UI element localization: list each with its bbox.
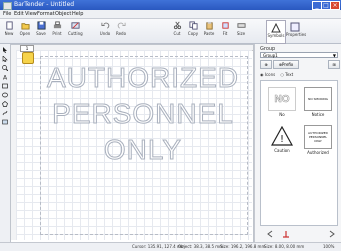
menu-help[interactable]: Help — [72, 10, 83, 18]
sign-line-1[interactable]: AUTHORIZED — [40, 62, 246, 94]
window-title: BarTender - Untitled — [14, 1, 75, 8]
tab-properties[interactable]: Properties — [286, 20, 306, 42]
menu-bar: File Edit View Format Object Help — [0, 10, 341, 19]
properties-icon — [290, 22, 300, 32]
fit-button[interactable]: Fit — [218, 21, 232, 36]
line-tool-icon[interactable] — [2, 110, 8, 116]
copy-button[interactable]: Copy — [186, 21, 200, 36]
fit-icon — [221, 22, 229, 29]
menu-object[interactable]: Object — [55, 10, 71, 18]
new-doc-icon — [5, 21, 13, 30]
menu-edit[interactable]: Edit — [14, 10, 24, 18]
redo-icon — [117, 22, 126, 29]
pointer-tool-icon[interactable] — [2, 47, 8, 53]
new-button[interactable]: New — [2, 21, 16, 36]
arrow-right-icon[interactable] — [328, 230, 336, 238]
warning-triangle-icon: ! — [271, 126, 293, 146]
cut-button[interactable]: Cut — [170, 21, 184, 36]
symbol-authorized[interactable]: AUTHORIZED PERSONNEL ONLY Authorized — [301, 125, 335, 155]
undo-icon — [100, 22, 109, 29]
insert-icon[interactable] — [282, 230, 290, 238]
print-button[interactable]: Print — [50, 21, 64, 36]
chevron-down-icon: ▼ — [332, 53, 336, 58]
image-tool-icon[interactable] — [2, 119, 8, 125]
redo-button[interactable]: Redo — [114, 21, 128, 36]
undo-button[interactable]: Undo — [98, 21, 112, 36]
smiley-object-icon[interactable] — [22, 52, 34, 64]
add-button[interactable]: ⊕ — [260, 60, 272, 69]
radio-text[interactable]: ○ Text — [280, 72, 293, 77]
text-tool-icon[interactable]: A — [2, 74, 8, 81]
menu-file[interactable]: File — [3, 10, 11, 18]
radio-icons[interactable]: ◉ Icons — [260, 72, 275, 77]
polygon-tool-icon[interactable] — [2, 101, 8, 107]
tab-symbols[interactable]: Symbols — [266, 20, 286, 44]
save-icon — [36, 21, 46, 30]
svg-text:!: ! — [280, 134, 284, 145]
group-dropdown[interactable]: Group1 ▼ — [260, 52, 338, 58]
title-bar: BarTender - Untitled _ □ × — [0, 0, 341, 10]
cut-icon — [173, 21, 181, 30]
save-button[interactable]: Save — [34, 21, 48, 36]
panel-footer — [262, 230, 340, 240]
open-button[interactable]: Open — [18, 21, 32, 36]
symbol-no[interactable]: NO No — [265, 87, 299, 117]
cutting-icon — [70, 22, 80, 29]
sign-line-3[interactable]: ONLY — [40, 134, 246, 166]
menu-format[interactable]: Format — [37, 10, 55, 18]
prefix-button[interactable]: ⊕Prefix — [273, 60, 299, 69]
cutting-button[interactable]: Cutting — [68, 21, 83, 36]
print-icon — [53, 21, 61, 29]
arrow-left-icon[interactable] — [266, 230, 274, 238]
symbols-icon — [271, 23, 281, 33]
right-panel-tabs: Symbols Properties — [256, 20, 340, 44]
close-button[interactable]: × — [330, 1, 340, 10]
svg-text:A: A — [3, 75, 8, 81]
open-folder-icon — [20, 23, 30, 30]
document-tab[interactable]: 1 — [20, 45, 34, 52]
app-icon — [3, 2, 12, 10]
size-icon — [236, 23, 246, 28]
copy-icon — [188, 21, 198, 30]
menu-view[interactable]: View — [25, 10, 37, 18]
ellipse-tool-icon[interactable] — [2, 92, 8, 98]
sign-line-2[interactable]: PERSONNEL — [40, 98, 246, 130]
paste-icon — [205, 21, 213, 30]
view-mode-radios: ◉ Icons ○ Text — [260, 72, 293, 77]
rectangle-tool-icon[interactable] — [2, 83, 8, 89]
symbol-gallery: NO No NO SMOKING Notice ! Caution AUTHOR… — [260, 80, 338, 226]
paste-button[interactable]: Paste — [202, 21, 216, 36]
symbol-notice[interactable]: NO SMOKING Notice — [301, 87, 335, 117]
grid-button[interactable]: ⊞ — [328, 60, 340, 69]
zoom-tool-icon[interactable] — [2, 65, 8, 71]
size-button[interactable]: Size — [234, 21, 248, 36]
node-tool-icon[interactable] — [2, 56, 8, 62]
symbol-caution[interactable]: ! Caution — [265, 125, 299, 153]
